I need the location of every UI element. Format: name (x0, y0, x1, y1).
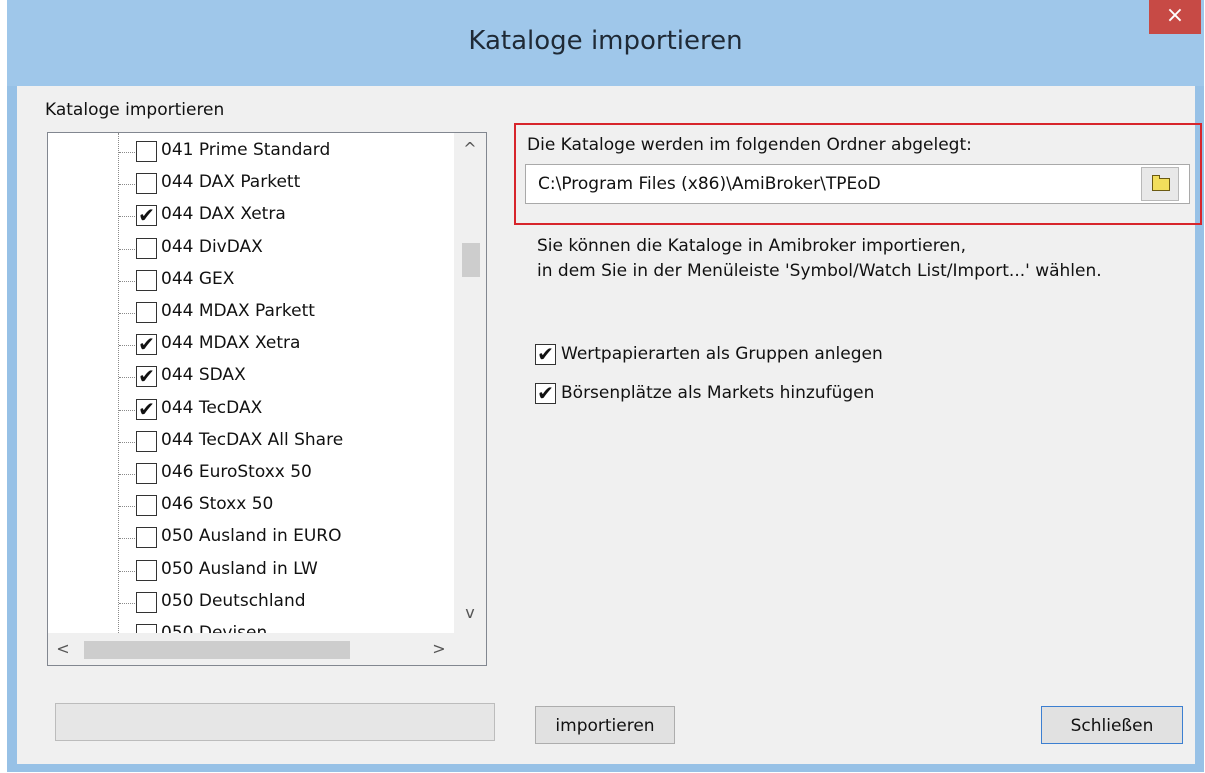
horizontal-scroll-thumb[interactable] (84, 641, 350, 659)
catalog-item-checkbox[interactable] (136, 269, 157, 291)
catalog-item[interactable]: 041 Prime Standard (48, 137, 454, 169)
scroll-up-icon[interactable]: ^ (454, 135, 486, 163)
catalog-item[interactable]: ✔ 044 SDAX (48, 362, 454, 394)
scroll-left-icon[interactable]: < (48, 633, 78, 665)
catalog-item[interactable]: 044 DAX Parkett (48, 169, 454, 201)
catalog-item[interactable]: 044 TecDAX All Share (48, 427, 454, 459)
catalog-item-checkbox[interactable] (136, 141, 157, 162)
scrollbar-corner (454, 633, 486, 665)
scroll-down-icon[interactable]: v (454, 599, 486, 627)
tree-connector-branch (119, 280, 137, 282)
vertical-scrollbar[interactable]: ^ v (454, 133, 486, 633)
window-title: Kataloge importieren (468, 26, 743, 56)
catalog-item-label: 044 DivDAX (161, 236, 263, 257)
tree-connector-branch (119, 570, 137, 572)
tree-connector-branch (119, 377, 137, 379)
option-create-groups-label: Wertpapierarten als Gruppen anlegen (561, 344, 883, 364)
catalog-item-checkbox[interactable]: ✔ (136, 334, 157, 356)
tree-connector-branch (119, 474, 137, 475)
catalog-item[interactable]: 044 GEX (48, 266, 454, 298)
catalog-item-label: 050 Ausland in EURO (161, 526, 342, 547)
catalog-list-label: Kataloge importieren (45, 100, 225, 120)
tree-connector-branch (119, 441, 137, 443)
tree-connector-branch (119, 248, 137, 250)
catalog-item[interactable]: 046 Stoxx 50 (48, 491, 454, 523)
catalog-item[interactable]: ✔ 044 MDAX Xetra (48, 330, 454, 362)
browse-folder-button[interactable] (1141, 167, 1179, 201)
tree-connector-branch (119, 152, 137, 153)
catalog-item-label: 044 TecDAX All Share (161, 429, 344, 450)
info-line-2: in dem Sie in der Menüleiste 'Symbol/Wat… (537, 261, 1102, 281)
catalog-item-checkbox[interactable] (136, 624, 157, 633)
close-icon[interactable]: × (1149, 0, 1201, 34)
option-add-markets-checkbox[interactable]: ✔ (535, 383, 556, 404)
tree-connector-branch (119, 538, 137, 540)
catalog-item[interactable]: 044 DivDAX (48, 234, 454, 266)
catalog-item[interactable]: 044 MDAX Parkett (48, 298, 454, 330)
catalog-item-label: 044 MDAX Parkett (161, 301, 315, 321)
catalog-item[interactable]: 050 Ausland in LW (48, 556, 454, 588)
title-bar[interactable]: Kataloge importieren × (7, 0, 1204, 86)
folder-path-input[interactable] (525, 164, 1190, 204)
catalog-item-checkbox[interactable] (136, 430, 157, 452)
catalog-item-label: 044 TecDAX (161, 397, 263, 418)
tree-connector-branch (119, 184, 137, 186)
catalog-tree[interactable]: 041 Prime Standard 044 DAX Parkett ✔ 044 DA… (47, 132, 487, 666)
catalog-item-label: 044 SDAX (161, 365, 246, 386)
catalog-item-checkbox[interactable]: ✔ (136, 366, 157, 388)
catalog-item-checkbox[interactable] (136, 495, 157, 517)
info-line-1: Sie können die Kataloge in Amibroker imp… (537, 236, 966, 256)
tree-connector-branch (119, 313, 137, 314)
vertical-scroll-thumb[interactable] (462, 243, 480, 277)
catalog-tree-items: 041 Prime Standard 044 DAX Parkett ✔ 044 DA… (48, 133, 454, 633)
catalog-item-label: 050 Deutschland (161, 590, 306, 611)
close-button[interactable]: Schließen (1041, 706, 1183, 744)
catalog-item-label: 044 MDAX Xetra (161, 333, 301, 354)
catalog-item[interactable]: ✔ 044 TecDAX (48, 395, 454, 427)
catalog-item-label: 046 EuroStoxx 50 (161, 462, 312, 482)
catalog-item-label: 046 Stoxx 50 (161, 494, 274, 515)
catalog-item-label: 050 Ausland in LW (161, 558, 318, 579)
progress-bar (55, 703, 495, 741)
dialog-window: Kataloge importieren × Kataloge importie… (7, 0, 1204, 772)
catalog-item[interactable]: 050 Devisen (48, 620, 454, 633)
folder-label: Die Kataloge werden im folgenden Ordner … (527, 135, 972, 155)
catalog-item[interactable]: 050 Deutschland (48, 588, 454, 620)
catalog-item-checkbox[interactable] (136, 302, 157, 323)
folder-icon (1152, 175, 1170, 191)
catalog-item-label: 044 GEX (161, 268, 235, 289)
horizontal-scrollbar[interactable]: < > (48, 633, 454, 665)
catalog-item-checkbox[interactable] (136, 591, 157, 613)
import-info-text: Sie können die Kataloge in Amibroker imp… (537, 234, 1102, 284)
dialog-body: Kataloge importieren 041 Prime Standard 0… (17, 86, 1202, 764)
option-create-groups[interactable]: ✔ Wertpapierarten als Gruppen anlegen (535, 342, 1135, 370)
catalog-item-checkbox[interactable] (136, 527, 157, 549)
option-add-markets[interactable]: ✔ Börsenplätze als Markets hinzufügen (535, 381, 1135, 409)
catalog-item-label: 044 DAX Parkett (161, 172, 301, 193)
catalog-item-checkbox[interactable] (136, 559, 157, 581)
catalog-item-checkbox[interactable]: ✔ (136, 205, 157, 227)
catalog-item-checkbox[interactable] (136, 237, 157, 259)
option-add-markets-label: Börsenplätze als Markets hinzufügen (561, 383, 875, 403)
scroll-right-icon[interactable]: > (424, 633, 454, 665)
option-create-groups-checkbox[interactable]: ✔ (535, 344, 556, 365)
catalog-item-label: 041 Prime Standard (161, 140, 331, 160)
catalog-item[interactable]: ✔ 044 DAX Xetra (48, 201, 454, 233)
import-button[interactable]: importieren (535, 706, 675, 744)
tree-connector-branch (119, 506, 137, 508)
tree-connector-branch (119, 409, 137, 411)
catalog-item-label: 044 DAX Xetra (161, 204, 286, 225)
tree-connector-branch (119, 345, 137, 347)
catalog-item-label: 050 Devisen (161, 623, 268, 633)
tree-connector-branch (119, 216, 137, 218)
catalog-item-checkbox[interactable]: ✔ (136, 398, 157, 420)
catalog-item[interactable]: 046 EuroStoxx 50 (48, 459, 454, 491)
catalog-item-checkbox[interactable] (136, 173, 157, 195)
catalog-item[interactable]: 050 Ausland in EURO (48, 523, 454, 555)
catalog-item-checkbox[interactable] (136, 463, 157, 484)
tree-connector-branch (119, 602, 137, 604)
